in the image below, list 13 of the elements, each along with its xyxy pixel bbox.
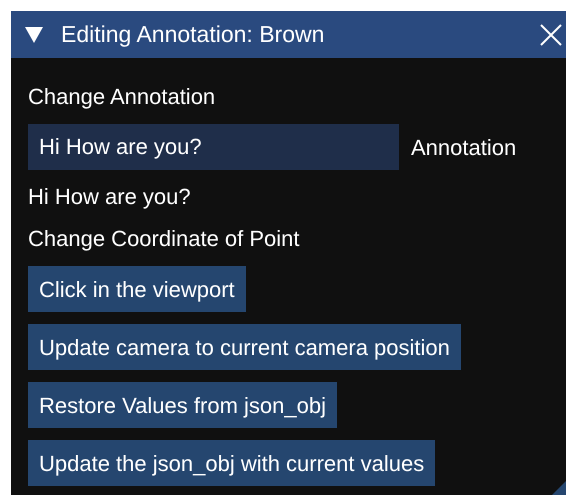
resize-grip-icon[interactable] (552, 481, 566, 495)
action-button[interactable]: Click in the viewport (28, 266, 246, 312)
label-text: Hi How are you? (28, 183, 191, 211)
triangle-down-icon[interactable] (24, 26, 44, 44)
close-icon[interactable] (540, 24, 562, 46)
label-text: Change Coordinate of Point (28, 225, 300, 253)
action-button[interactable]: Update the json_obj with current values (28, 440, 436, 486)
label-text: Change Annotation (28, 83, 216, 111)
action-button[interactable]: Restore Values from json_obj (28, 382, 337, 428)
annotation-input-field[interactable]: Hi How are you? (28, 124, 399, 170)
window-title: Editing Annotation: Brown (61, 20, 324, 50)
input-label: Annotation (411, 134, 516, 162)
action-button[interactable]: Update camera to current camera position (28, 324, 461, 370)
